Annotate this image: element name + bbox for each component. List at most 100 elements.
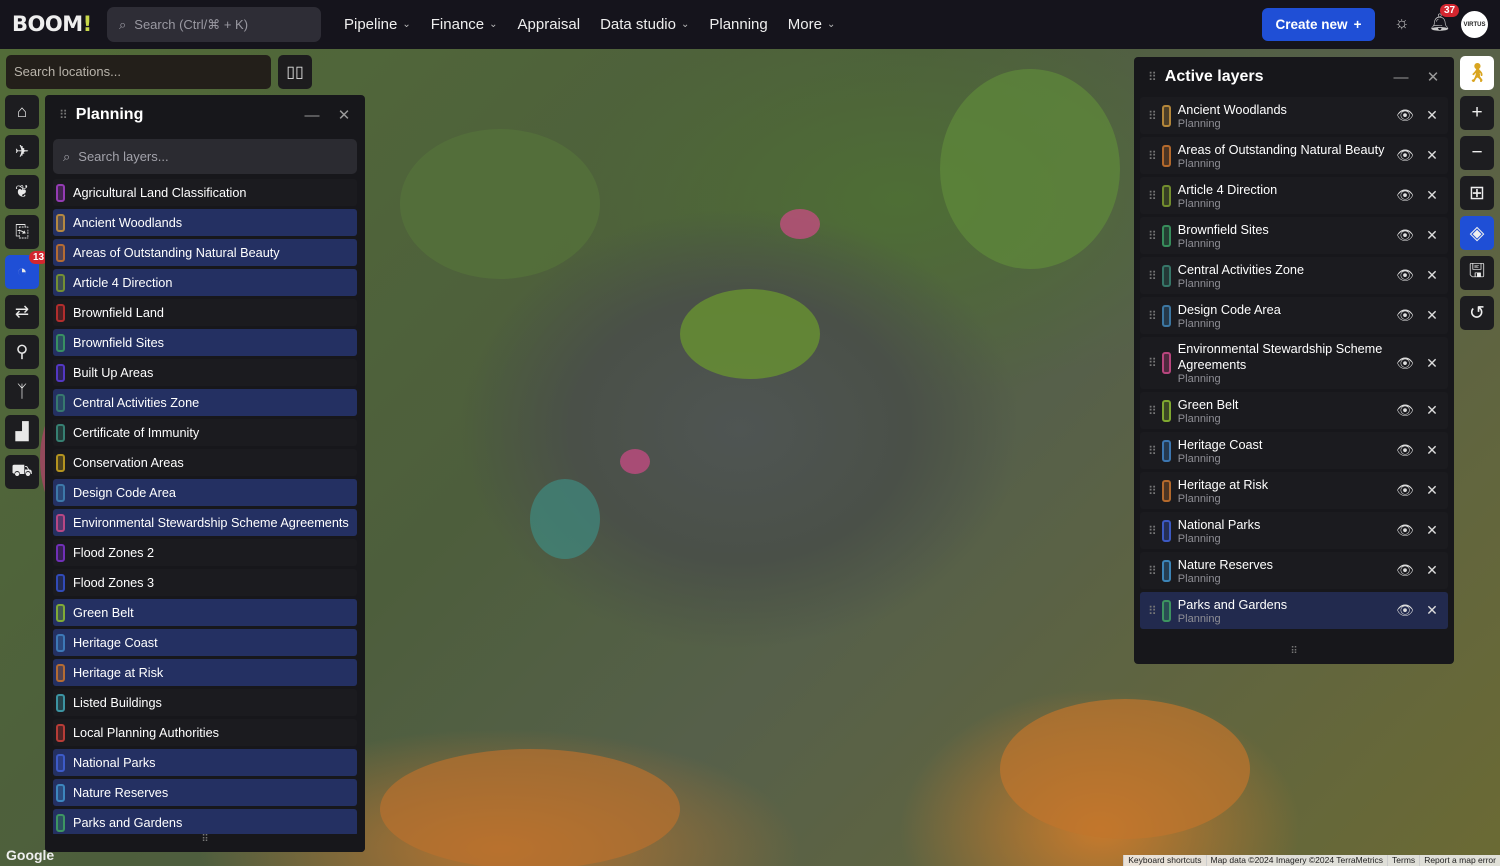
drag-handle-icon[interactable]: ⠿ <box>1148 269 1157 283</box>
grid-icon[interactable]: ⊞ <box>1460 176 1494 210</box>
layer-item[interactable]: Brownfield Sites <box>53 329 357 356</box>
nav-data-studio[interactable]: Data studio ⌄ <box>600 16 689 33</box>
drag-handle-icon[interactable]: ⠿ <box>1148 604 1157 618</box>
eye-icon[interactable]: 👁︎ <box>1395 147 1415 164</box>
nav-more[interactable]: More ⌄ <box>788 16 836 33</box>
eye-icon[interactable]: 👁︎ <box>1395 442 1415 459</box>
drag-handle-icon[interactable]: ⠿ <box>1148 484 1157 498</box>
layer-item[interactable]: Environmental Stewardship Scheme Agreeme… <box>53 509 357 536</box>
layer-item[interactable]: Heritage at Risk <box>53 659 357 686</box>
layer-item[interactable]: Green Belt <box>53 599 357 626</box>
nav-appraisal[interactable]: Appraisal <box>518 16 581 33</box>
remove-icon[interactable]: ✕ <box>1422 442 1442 459</box>
nav-finance[interactable]: Finance ⌄ <box>431 16 498 33</box>
drag-handle-icon[interactable]: ⠿ <box>1148 229 1157 243</box>
remove-icon[interactable]: ✕ <box>1422 355 1442 372</box>
layer-item[interactable]: Nature Reserves <box>53 779 357 806</box>
remove-icon[interactable]: ✕ <box>1422 147 1442 164</box>
drag-handle-icon[interactable]: ⠿ <box>1148 356 1157 370</box>
eye-icon[interactable]: 👁︎ <box>1395 562 1415 579</box>
remove-icon[interactable]: ✕ <box>1422 107 1442 124</box>
drag-handle-icon[interactable]: ⠿ <box>1148 444 1157 458</box>
eye-icon[interactable]: 👁︎ <box>1395 522 1415 539</box>
drag-handle-icon[interactable]: ⠿ <box>1148 189 1157 203</box>
drag-handle-icon[interactable]: ⠿ <box>1148 149 1157 163</box>
layer-item[interactable]: Brownfield Land <box>53 299 357 326</box>
chart-icon[interactable]: ▟ <box>5 415 39 449</box>
layer-item[interactable]: Areas of Outstanding Natural Beauty <box>53 239 357 266</box>
drone-icon[interactable]: ✈ <box>5 135 39 169</box>
drag-handle-icon[interactable]: ⠿ <box>1148 309 1157 323</box>
nav-planning[interactable]: Planning <box>709 16 767 33</box>
eye-icon[interactable]: 👁︎ <box>1395 307 1415 324</box>
remove-icon[interactable]: ✕ <box>1422 562 1442 579</box>
terms-link[interactable]: Terms <box>1387 855 1420 866</box>
car-icon[interactable]: ⛟ <box>5 455 39 489</box>
layer-item[interactable]: Parks and Gardens <box>53 809 357 836</box>
eye-icon[interactable]: 👁︎ <box>1395 602 1415 619</box>
person-pin-icon[interactable]: ⚲ <box>5 335 39 369</box>
layer-item[interactable]: Agricultural Land Classification <box>53 179 357 206</box>
minimize-icon[interactable]: — <box>301 107 323 124</box>
save-icon[interactable]: 🖫 <box>1460 256 1494 290</box>
drag-handle-icon[interactable]: ⠿ <box>1148 524 1157 538</box>
eye-icon[interactable]: 👁︎ <box>1395 482 1415 499</box>
create-new-button[interactable]: Create new + <box>1262 8 1375 41</box>
remove-icon[interactable]: ✕ <box>1422 187 1442 204</box>
eye-icon[interactable]: 👁︎ <box>1395 187 1415 204</box>
pylon-icon[interactable]: ᛉ <box>5 375 39 409</box>
global-search[interactable]: ⌕ Search (Ctrl/⌘ + K) <box>107 7 321 42</box>
layer-search-input[interactable]: ⌕ Search layers... <box>53 139 357 174</box>
eye-icon[interactable]: 👁︎ <box>1395 227 1415 244</box>
eye-icon[interactable]: 👁︎ <box>1395 267 1415 284</box>
drag-handle-icon[interactable]: ⠿ <box>1148 564 1157 578</box>
close-icon[interactable]: ✕ <box>333 106 355 124</box>
resize-handle[interactable]: ⠿ <box>1134 646 1454 664</box>
layer-item[interactable]: Local Planning Authorities <box>53 719 357 746</box>
theme-toggle-icon[interactable]: ☼ <box>1394 13 1410 33</box>
layer-item[interactable]: Ancient Woodlands <box>53 209 357 236</box>
leaf-icon[interactable]: ❦ <box>5 175 39 209</box>
zoom-out-icon[interactable]: − <box>1460 136 1494 170</box>
history-icon[interactable]: ↺ <box>1460 296 1494 330</box>
layer-item[interactable]: Certificate of Immunity <box>53 419 357 446</box>
report-map-error-link[interactable]: Report a map error <box>1419 855 1500 866</box>
drag-handle-icon[interactable]: ⠿ <box>59 108 68 122</box>
layer-item[interactable]: Heritage Coast <box>53 629 357 656</box>
eye-icon[interactable]: 👁︎ <box>1395 355 1415 372</box>
remove-icon[interactable]: ✕ <box>1422 602 1442 619</box>
avatar[interactable]: VIRTUS <box>1461 11 1488 38</box>
close-icon[interactable]: ✕ <box>1422 68 1444 86</box>
remove-icon[interactable]: ✕ <box>1422 482 1442 499</box>
layer-item[interactable]: Listed Buildings <box>53 689 357 716</box>
layer-item[interactable]: Built Up Areas <box>53 359 357 386</box>
layer-item[interactable]: Flood Zones 3 <box>53 569 357 596</box>
layer-item[interactable]: Article 4 Direction <box>53 269 357 296</box>
drag-handle-icon[interactable]: ⠿ <box>1148 404 1157 418</box>
layer-item[interactable]: Central Activities Zone <box>53 389 357 416</box>
document-search-icon[interactable]: ⎘ <box>5 215 39 249</box>
layers-icon[interactable]: ◈ <box>1460 216 1494 250</box>
route-icon[interactable]: ⇄ <box>5 295 39 329</box>
logo[interactable]: BOOM! <box>12 12 92 36</box>
resize-handle[interactable]: ⠿ <box>45 834 365 852</box>
remove-icon[interactable]: ✕ <box>1422 307 1442 324</box>
layer-item[interactable]: Flood Zones 2 <box>53 539 357 566</box>
location-search-input[interactable]: Search locations... <box>6 55 271 89</box>
remove-icon[interactable]: ✕ <box>1422 522 1442 539</box>
eye-icon[interactable]: 👁︎ <box>1395 107 1415 124</box>
map-icon[interactable]: ▯▯ <box>278 55 312 89</box>
layer-item[interactable]: Conservation Areas <box>53 449 357 476</box>
keyboard-shortcuts-link[interactable]: Keyboard shortcuts <box>1123 855 1206 866</box>
nav-pipeline[interactable]: Pipeline ⌄ <box>344 16 411 33</box>
street-view-icon[interactable]: 🚶︎ <box>1460 56 1494 90</box>
home-icon[interactable]: ⌂ <box>5 95 39 129</box>
remove-icon[interactable]: ✕ <box>1422 402 1442 419</box>
minimize-icon[interactable]: — <box>1390 69 1412 86</box>
remove-icon[interactable]: ✕ <box>1422 227 1442 244</box>
eye-icon[interactable]: 👁︎ <box>1395 402 1415 419</box>
drag-handle-icon[interactable]: ⠿ <box>1148 70 1157 84</box>
drag-handle-icon[interactable]: ⠿ <box>1148 109 1157 123</box>
zoom-in-icon[interactable]: + <box>1460 96 1494 130</box>
remove-icon[interactable]: ✕ <box>1422 267 1442 284</box>
